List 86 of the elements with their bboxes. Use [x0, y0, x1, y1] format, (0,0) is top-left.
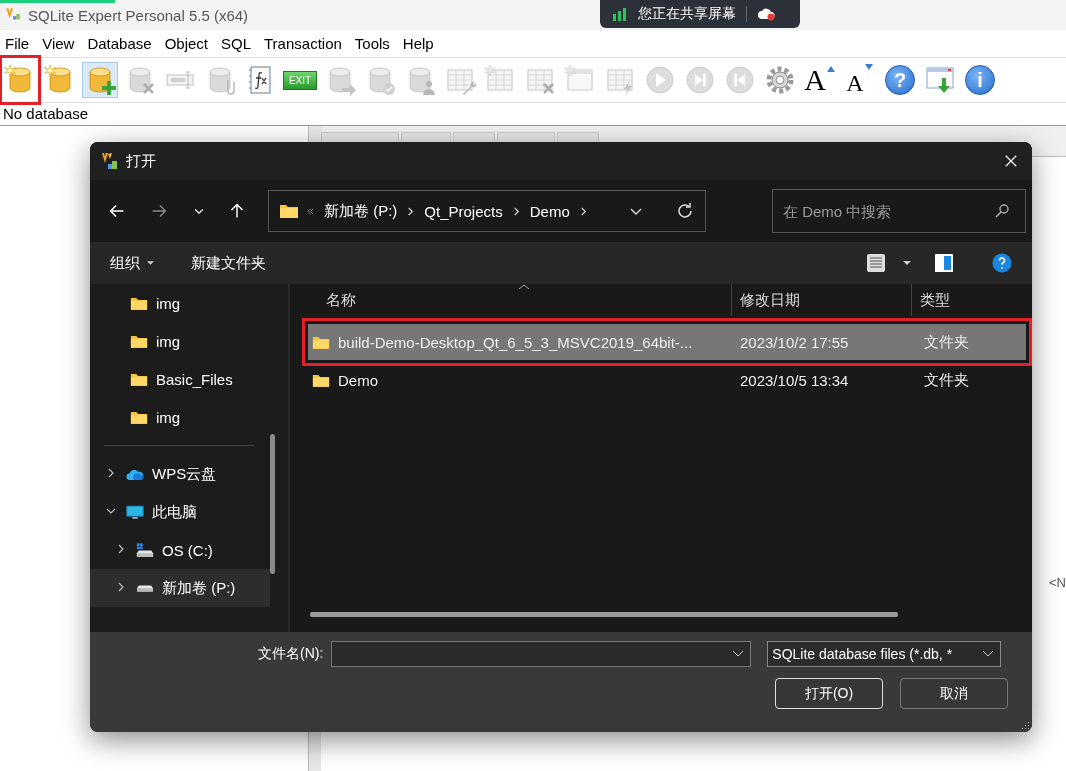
- navigation-item[interactable]: WPS云盘: [90, 455, 270, 493]
- navigation-item[interactable]: img: [90, 284, 270, 322]
- cloud-icon[interactable]: [757, 6, 777, 22]
- font-decrease-button[interactable]: A: [842, 62, 878, 98]
- dialog-title: 打开: [126, 151, 156, 171]
- cancel-button[interactable]: 取消: [900, 678, 1008, 709]
- folder-icon: [279, 203, 299, 219]
- new-folder-button[interactable]: 新建文件夹: [185, 249, 272, 277]
- address-bar[interactable]: 新加卷 (P:) Qt_Projects Demo: [268, 190, 706, 232]
- organize-menu-button[interactable]: 组织: [104, 249, 161, 277]
- file-name-field[interactable]: [331, 641, 752, 667]
- navigation-item[interactable]: Basic_Files: [90, 360, 270, 398]
- play-icon: [644, 64, 676, 96]
- dropdown-chevron-icon[interactable]: [982, 650, 995, 658]
- share-status-text: 您正在共享屏幕: [638, 5, 736, 23]
- file-name: build-Demo-Desktop_Qt_6_5_3_MSVC2019_64bit-...: [338, 333, 693, 351]
- menu-item[interactable]: Object: [164, 35, 208, 52]
- navigation-item[interactable]: 此电脑: [90, 493, 270, 531]
- file-type: 文件夹: [923, 332, 969, 352]
- preview-pane-icon[interactable]: [934, 253, 954, 273]
- scrollbar-thumb[interactable]: [310, 612, 898, 617]
- cell-text: <N: [1049, 575, 1066, 590]
- signal-icon: [612, 6, 628, 22]
- monitor-icon: [126, 504, 144, 520]
- file-type: 文件夹: [923, 370, 969, 390]
- modified-date: 2023/10/2 17:55: [739, 333, 850, 351]
- triangle-icon: [825, 65, 836, 73]
- settings-icon: [764, 64, 796, 96]
- search-field[interactable]: 在 Demo 中搜索: [772, 189, 1026, 233]
- column-header[interactable]: 名称: [290, 284, 732, 316]
- navigation-item[interactable]: 新加卷 (P:): [90, 569, 270, 607]
- breadcrumb-item[interactable]: 新加卷 (P:): [324, 201, 398, 221]
- folder-icon: [130, 295, 148, 311]
- overflow-chevron-icon[interactable]: [306, 206, 315, 216]
- expand-chevron-icon[interactable]: [116, 582, 126, 592]
- help-icon[interactable]: [992, 253, 1012, 273]
- window-title: SQLite Expert Personal 5.5 (x64): [28, 6, 249, 24]
- folder-icon: [312, 334, 330, 350]
- next-icon: [684, 64, 716, 96]
- menu-item[interactable]: Tools: [354, 35, 390, 52]
- expand-chevron-icon[interactable]: [116, 544, 126, 554]
- expand-chevron-icon[interactable]: [106, 468, 116, 478]
- resize-grip-icon[interactable]: [1020, 720, 1030, 730]
- menu-item[interactable]: Database: [87, 35, 152, 52]
- menu-item[interactable]: Help: [402, 35, 434, 52]
- sort-caret-icon: [518, 284, 530, 290]
- close-icon[interactable]: [1004, 154, 1018, 168]
- drive-icon: [136, 584, 154, 592]
- folder-icon: [312, 372, 330, 388]
- refresh-icon[interactable]: [675, 201, 695, 221]
- menu-item[interactable]: File: [5, 35, 30, 52]
- navigation-item[interactable]: img: [90, 322, 270, 360]
- scrollbar-thumb[interactable]: [270, 434, 275, 574]
- menu-item[interactable]: Transaction: [264, 35, 342, 52]
- view-list-icon[interactable]: [866, 253, 886, 273]
- file-type-dropdown[interactable]: SQLite database files (*.db, *: [767, 641, 1002, 667]
- caret-icon[interactable]: [902, 260, 912, 266]
- previous-icon: [724, 64, 756, 96]
- column-header[interactable]: 修改日期: [732, 284, 912, 316]
- database-button[interactable]: [82, 62, 118, 98]
- column-header[interactable]: 类型: [912, 284, 950, 316]
- breadcrumb-item[interactable]: Demo: [529, 202, 570, 220]
- triangle-icon: [863, 62, 874, 71]
- folder-icon: [130, 333, 148, 349]
- expand-chevron-icon[interactable]: [106, 506, 116, 516]
- caret-icon: [146, 260, 155, 266]
- app-logo-icon: [100, 151, 120, 171]
- file-name-label: 文件名(N):: [258, 645, 324, 663]
- open-button[interactable]: 打开(O): [775, 678, 883, 709]
- folder-icon: [130, 371, 148, 387]
- dropdown-chevron-icon[interactable]: [732, 650, 745, 658]
- file-name: Demo: [338, 371, 378, 389]
- menu-item[interactable]: SQL: [221, 35, 251, 52]
- chevron-right-icon[interactable]: [406, 206, 416, 216]
- folder-icon: [130, 409, 148, 425]
- menu-item[interactable]: View: [42, 35, 75, 52]
- search-icon: [994, 203, 1010, 219]
- chevron-right-icon[interactable]: [578, 206, 588, 216]
- file-row[interactable]: Demo 2023/10/5 13:34 文件夹: [308, 362, 1026, 398]
- chevron-right-icon[interactable]: [511, 206, 521, 216]
- navigation-item[interactable]: OS (C:): [90, 531, 270, 569]
- breadcrumb-item[interactable]: Qt_Projects: [424, 202, 503, 220]
- font-increase-button[interactable]: A: [802, 62, 838, 98]
- modified-date: 2023/10/5 13:34: [739, 371, 850, 389]
- system-drive-icon: [136, 542, 154, 558]
- navigation-item[interactable]: img: [90, 398, 270, 436]
